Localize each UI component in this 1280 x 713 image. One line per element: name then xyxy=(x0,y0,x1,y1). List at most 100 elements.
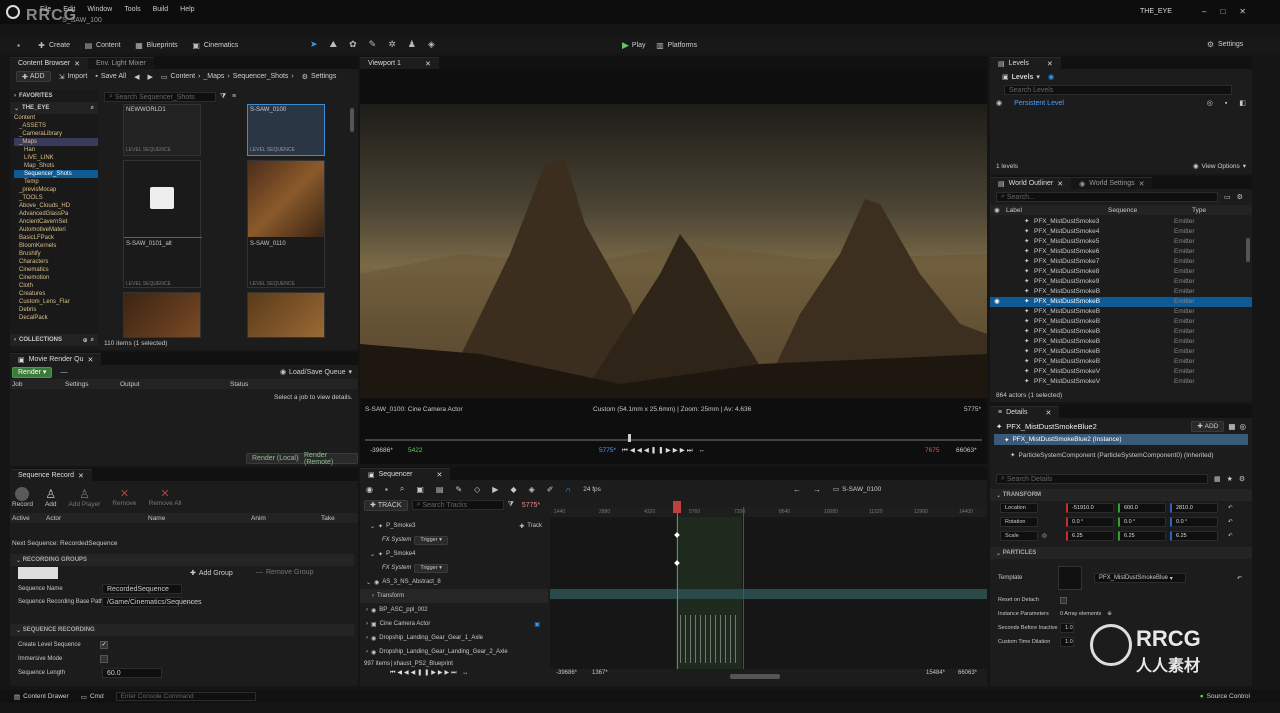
eye-icon[interactable] xyxy=(990,287,1024,297)
minimize-icon[interactable]: – xyxy=(1202,7,1206,16)
foliage-mode-icon[interactable]: ✿ xyxy=(349,39,357,50)
tab-world-settings[interactable]: ◉ World Settings ✕ xyxy=(1071,177,1153,189)
tab-env-light-mixer[interactable]: Env. Light Mixer xyxy=(88,57,154,69)
create-level-seq-checkbox[interactable]: ✓ xyxy=(100,641,108,649)
col-output[interactable]: Output xyxy=(120,381,230,388)
search-icon[interactable]: ⌕ xyxy=(400,484,404,494)
eye-icon[interactable] xyxy=(990,347,1024,357)
eye-icon[interactable]: ◉ xyxy=(990,297,1024,307)
outliner-row[interactable]: ✦ PFX_MistDustSmoke8 Emitter xyxy=(990,267,1252,277)
eye-icon[interactable]: ◉ xyxy=(996,99,1002,107)
menu-tools[interactable]: Tools xyxy=(124,6,140,13)
tab-sequence-record[interactable]: Sequence Record ✕ xyxy=(10,469,92,481)
view-options-button[interactable]: ◉ View Options ▾ xyxy=(1193,162,1246,171)
eye-icon[interactable] xyxy=(990,377,1024,387)
select-mode-icon[interactable]: ➤ xyxy=(310,39,318,50)
timeline-scrollbar[interactable] xyxy=(730,674,780,679)
folder-item[interactable]: _ASSETS xyxy=(14,122,98,130)
save-all-button[interactable]: ▪ Save All xyxy=(95,73,126,80)
recording-groups-header[interactable]: ⌄ RECORDING GROUPS xyxy=(10,554,354,566)
add-button[interactable]: ✚ ADD xyxy=(16,71,51,82)
add-group-button[interactable]: ✚ Add Group xyxy=(190,569,233,578)
outliner-row[interactable]: ✦ PFX_MistDustSmokeB Emitter xyxy=(990,327,1252,337)
folder-item[interactable]: AncientCavernSet xyxy=(14,218,98,226)
outliner-row[interactable]: ✦ PFX_MistDustSmoke3 Emitter xyxy=(990,217,1252,227)
outliner-row[interactable]: ✦ PFX_MistDustSmokeB Emitter xyxy=(990,287,1252,297)
folder-item[interactable]: AutomotiveMateri xyxy=(14,226,98,234)
persistent-level-row[interactable]: ◉ Persistent Level ◎ ▪ ◧ xyxy=(990,97,1252,109)
levels-search-input[interactable]: Search Levels xyxy=(1004,85,1232,95)
forward-icon[interactable]: ▶ xyxy=(148,73,153,81)
folder-item[interactable]: Creatures xyxy=(14,290,98,298)
rotation-x-input[interactable]: 0.0 ° xyxy=(1066,517,1114,527)
menu-build[interactable]: Build xyxy=(153,6,169,13)
search-icon[interactable]: ⌕ xyxy=(91,337,94,344)
keyframe-icon[interactable]: ◇ xyxy=(474,485,480,494)
location-z-input[interactable]: 2810.0 xyxy=(1170,503,1218,513)
outliner-row[interactable]: ✦ PFX_MistDustSmokeB Emitter xyxy=(990,337,1252,347)
folder-item[interactable]: Cloth xyxy=(14,282,98,290)
source-control-button[interactable]: ● Source Control xyxy=(1200,693,1250,700)
current-frame-field[interactable]: 5775* xyxy=(522,502,540,509)
eye-icon[interactable] xyxy=(990,237,1024,247)
breadcrumb-item[interactable]: _Maps xyxy=(203,73,224,80)
location-x-input[interactable]: -51910.0 xyxy=(1066,503,1114,513)
key-icon[interactable]: ◆ xyxy=(510,485,516,494)
col-type[interactable]: Type xyxy=(1192,207,1206,214)
playback-controls[interactable]: ⏮◀◀◀❚❚▶▶▶⏭ ↔ xyxy=(390,669,470,677)
eye-icon[interactable] xyxy=(990,267,1024,277)
maximize-icon[interactable]: □ xyxy=(1220,7,1225,16)
save-icon[interactable]: ▪ xyxy=(1225,100,1227,107)
timeline-area[interactable]: 1440 2880 4320 5760 7200 8640 10080 11520 12960 1… xyxy=(550,501,987,669)
folder-item[interactable]: Characters xyxy=(14,258,98,266)
filter-options-icon[interactable]: ≡ xyxy=(232,93,236,100)
reset-icon[interactable]: ↶ xyxy=(1228,505,1233,511)
add-actor-button[interactable]: ♙ Add xyxy=(45,487,57,508)
remove-icon[interactable]: — xyxy=(60,369,67,376)
sequence-recording-header[interactable]: ⌄ SEQUENCE RECORDING xyxy=(10,624,354,636)
folder-item[interactable]: DecalPack xyxy=(14,314,98,322)
track-row[interactable]: › ◉ BP_ASC_ppl_002 xyxy=(360,603,548,617)
play-icon[interactable]: ▶ xyxy=(492,485,498,494)
blueprints-button[interactable]: ▦ Blueprints xyxy=(135,41,177,50)
save-icon[interactable]: ▪ xyxy=(14,41,23,50)
track-row[interactable]: ⌄ ◉ AS_3_NS_Abstract_8 xyxy=(360,575,548,589)
col-settings[interactable]: Settings xyxy=(65,381,120,388)
render-local-button[interactable]: Render (Local) xyxy=(246,453,305,464)
playhead-marker[interactable] xyxy=(673,501,681,513)
col-sequence[interactable]: Sequence xyxy=(1096,207,1192,214)
col-anim[interactable]: Anim xyxy=(251,515,321,522)
eye-icon[interactable] xyxy=(990,257,1024,267)
outliner-row[interactable]: ✦ PFX_MistDustSmoke7 Emitter xyxy=(990,257,1252,267)
tab-world-outliner[interactable]: ▤ World Outliner ✕ xyxy=(990,177,1072,189)
scale-y-input[interactable]: 6.25 xyxy=(1118,531,1166,541)
remove-all-button[interactable]: ✕ Remove All xyxy=(149,487,182,507)
snap-icon[interactable]: ∩ xyxy=(565,485,571,494)
star-icon[interactable]: ★ xyxy=(1227,475,1233,483)
transform-icon[interactable]: ◈ xyxy=(529,485,535,494)
record-button[interactable]: Record xyxy=(12,486,33,508)
rotation-y-input[interactable]: 0.0 ° xyxy=(1118,517,1166,527)
shot-breadcrumb[interactable]: ▭ S-SAW_0100 xyxy=(833,485,881,494)
world-icon[interactable]: ◉ xyxy=(366,485,373,494)
outliner-row[interactable]: ✦ PFX_MistDustSmokeV Emitter xyxy=(990,367,1252,377)
folder-item[interactable]: _CameraLibrary xyxy=(14,130,98,138)
outliner-row[interactable]: ✦ PFX_MistDustSmokeB Emitter xyxy=(990,307,1252,317)
asset-scrollbar[interactable] xyxy=(350,108,354,132)
outliner-row[interactable]: ✦ PFX_MistDustSmokeB Emitter xyxy=(990,347,1252,357)
outliner-row[interactable]: ✦ PFX_MistDustSmokeB Emitter xyxy=(990,317,1252,327)
folder-item[interactable]: Debris xyxy=(14,306,98,314)
render-remote-button[interactable]: Render (Remote) xyxy=(298,452,358,466)
folder-item[interactable]: Above_Clouds_HD xyxy=(14,202,98,210)
forward-icon[interactable]: → xyxy=(813,485,821,494)
add-track-icon[interactable]: ✚ xyxy=(519,523,524,530)
cmd-button[interactable]: ▭ Cmd xyxy=(81,693,104,701)
add-element-icon[interactable]: ⊕ xyxy=(1107,611,1112,617)
content-button[interactable]: ▤ Content xyxy=(84,41,121,50)
viewport-render[interactable] xyxy=(360,104,987,398)
viewport-scrubber[interactable] xyxy=(365,439,982,441)
fracture-mode-icon[interactable]: ✲ xyxy=(388,39,396,50)
tab-sequencer[interactable]: ▣ Sequencer ✕ xyxy=(360,468,451,480)
close-icon[interactable]: ✕ xyxy=(78,472,84,480)
collections-header[interactable]: › COLLECTIONS ⊕ ⌕ xyxy=(10,334,98,346)
